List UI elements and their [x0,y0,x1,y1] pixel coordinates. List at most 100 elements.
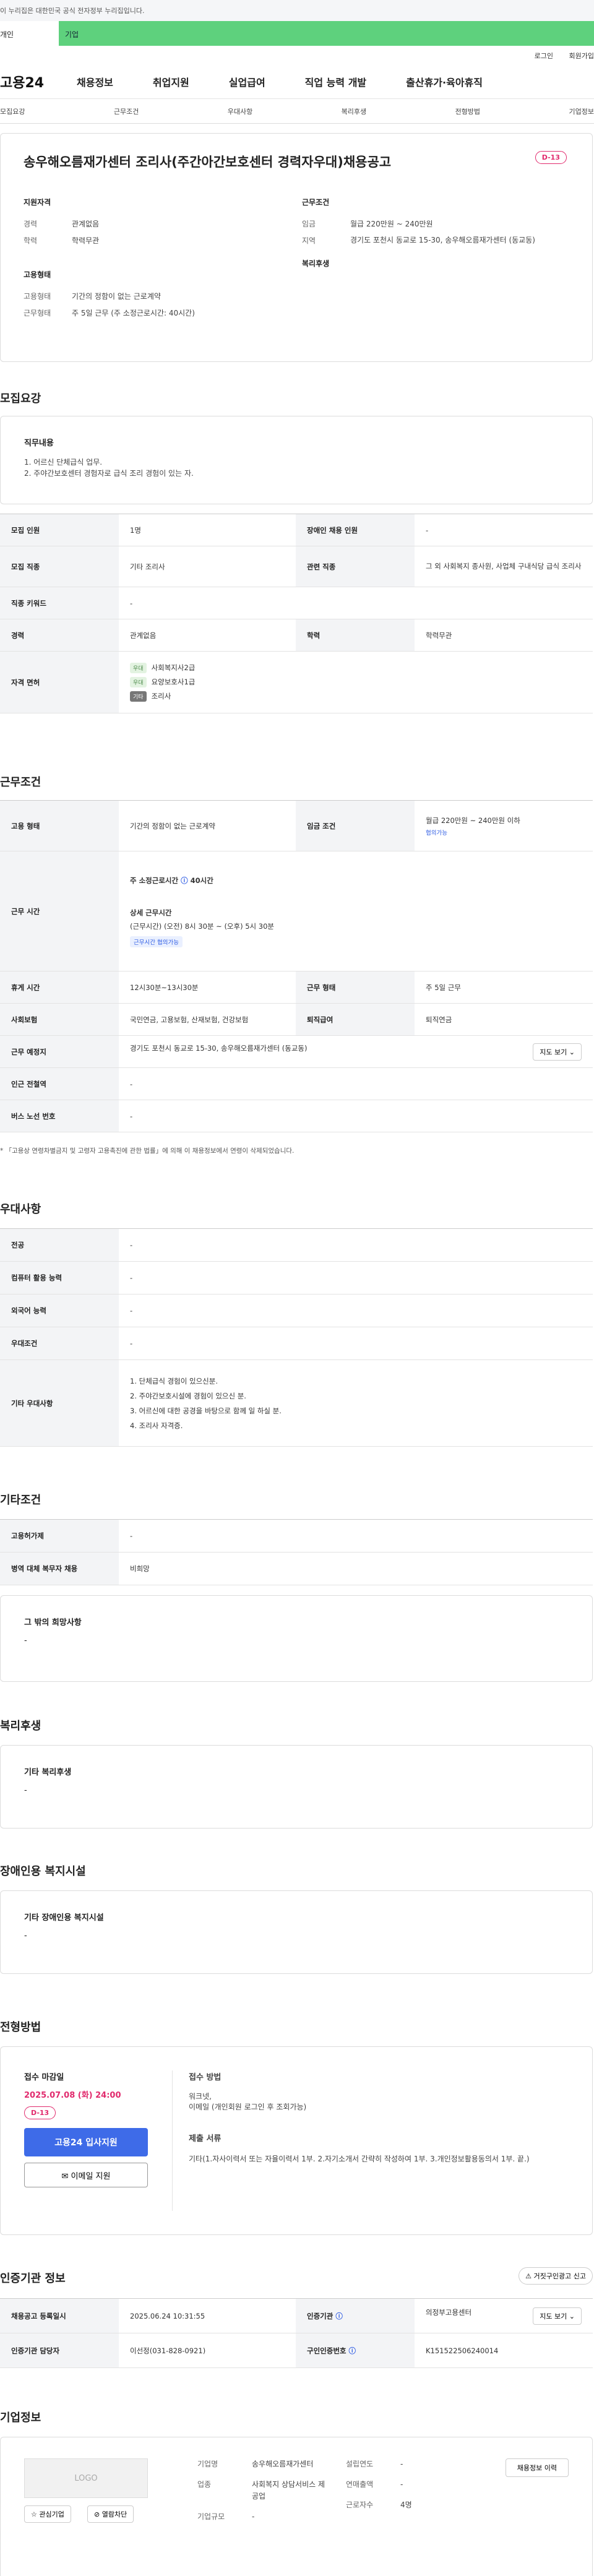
cert-map-button[interactable]: 지도 보기 ⌄ [533,2307,582,2325]
tab-company[interactable]: 기업 [59,21,594,46]
value: 기간의 정함이 없는 근로계약 [72,292,161,301]
cell-value: 2025.06.24 10:31:55 [119,2298,296,2333]
join-link[interactable]: 회원가입 [569,52,594,60]
cell-label: 고용 형태 [0,800,119,851]
recruit-table: 모집 인원 1명 장애인 채용 인원 - 모집 직종 기타 조리사 관련 직종 그 외 사회… [0,514,593,713]
pref-line: 2. 주야간보호시설에 경험이 있으신 분. [130,1391,246,1400]
deadline-title: 접수 마감일 [24,2073,64,2082]
value: 송우해오름재가센터 [252,2460,314,2468]
snb-company[interactable]: 기업정보 [569,106,593,116]
section-title-etc: 기타조건 [0,1494,41,1507]
box-title: 기타 장애인용 복지시설 [24,1913,104,1923]
section-title-process: 전형방법 [0,2021,41,2034]
label: 기업명 [197,2460,218,2468]
cell-label: 관련 직종 [296,546,415,587]
snb-conditions[interactable]: 근무조건 [114,106,139,116]
disability-box: 기타 장애인용 복지시설 - [0,1890,593,1974]
section-title-recruit: 모집요강 [0,392,41,405]
table-row: 휴게 시간 12시30분~13시30분 근무 형태 주 5일 근무 [0,971,593,1004]
snb-process[interactable]: 전형방법 [455,106,480,116]
table-row: 인증기관 담당자 이선정(031-828-0921) 구인인증번호 ⓘ K151522… [0,2333,593,2368]
cell-value: 1. 단체급식 경험이 있으신분. 2. 주야간보호시설에 경험이 있으신 분. 3… [119,1359,593,1447]
info-icon[interactable]: ⓘ [335,2312,343,2320]
method-title: 접수 방법 [189,2073,222,2082]
gnb-item-benefit[interactable]: 실업급여 [229,74,265,89]
report-button[interactable]: ⚠ 거짓구인광고 신고 [519,2267,593,2285]
cell-value: - [119,1327,593,1360]
info-icon[interactable]: ⓘ [181,876,188,885]
cell-value: 12시30분~13시30분 [119,971,296,1004]
label: 지역 [302,236,316,245]
site-logo[interactable]: 고용24 [0,72,62,92]
cell-label: 기타 우대사항 [0,1359,119,1447]
top-links: 로그인 회원가입 [0,46,594,64]
welfare-title: 복리후생 [302,259,330,268]
duty-box: 직무내용 1. 어르신 단체급식 업무. 2. 주야간보호센터 경험자로 급식 … [0,416,593,504]
emp-title: 고용형태 [24,270,51,279]
summary-content: 송우해오름재가센터 조리사(주간아간보호센터 경력자우대)채용공고 D-13 지… [0,151,593,361]
dday-badge: D-13 [24,2106,56,2119]
cell-label: 컴퓨터 활용 능력 [0,1261,119,1294]
duty-line: 1. 어르신 단체급식 업무. [24,458,103,467]
snb-recruit[interactable]: 모집요강 [0,106,25,116]
cell-label: 경력 [0,619,119,652]
cell-value: - [119,1100,593,1132]
license-name: 요양보호사1급 [151,678,196,686]
cell-value: - [415,514,593,546]
snb-welfare[interactable]: 복리후생 [342,106,366,116]
gnb-item-jobs[interactable]: 채용정보 [77,74,113,89]
cell-label: 모집 직종 [0,546,119,587]
login-link[interactable]: 로그인 [535,52,553,60]
favorite-button[interactable]: ☆ 관심기업 [24,2505,71,2523]
cell-label: 전공 [0,1228,119,1262]
deadline-value: 2025.07.08 (화) 24:00 [24,2091,121,2100]
cell-label: 퇴직급여 [296,1003,415,1036]
gnb-item-support[interactable]: 취업지원 [153,74,189,89]
value: 관계없음 [72,220,100,228]
page-title: 송우해오름재가센터 조리사(주간아간보호센터 경력자우대)채용공고 [24,155,392,170]
tab-personal[interactable]: 개인 [0,21,59,46]
value: - [400,2460,403,2468]
cell-label: 직종 키워드 [0,587,119,619]
cell-value: - [119,1294,593,1327]
history-button[interactable]: 채용정보 이력 [505,2458,569,2477]
cell-label: 임금 조건 [296,800,415,851]
table-row: 병역 대체 복무자 채용 비희망 [0,1552,593,1585]
cond-title: 근무조건 [302,198,330,207]
preference-table: 전공 - 컴퓨터 활용 능력 - 외국어 능력 - 우대조건 - 기타 우대사항 1. … [0,1228,593,1447]
cell-value: 국민연금, 고용보험, 산재보험, 건강보험 [119,1003,296,1036]
detail-value: (근무시간) (오전) 8시 30분 ~ (오후) 5시 30분 [130,921,275,931]
map-button-label: 지도 보기 [540,2312,567,2320]
method-line: 워크넷, [189,2092,212,2101]
info-row: 연매출액 - [346,2479,412,2491]
org-value: 의정부고용센터 [426,2307,472,2317]
cell-value: 관계없음 [119,619,296,652]
section-title-company: 기업정보 [0,2411,41,2424]
section-title-preference: 우대사항 [0,1203,41,1216]
email-apply-button[interactable]: ✉ 이메일 지원 [24,2163,148,2187]
cell-label: 근무 시간 [0,851,119,971]
cell-value: K151522506240014 [415,2333,593,2368]
table-row: 기타 우대사항 1. 단체급식 경험이 있으신분. 2. 주야간보호시설에 경험이… [0,1359,593,1447]
info-icon[interactable]: ⓘ [349,2346,356,2355]
gnb-item-training[interactable]: 직업 능력 개발 [305,74,366,89]
place-value: 경기도 포천시 동교로 15-30, 송우해오름재가센터 (동교동) [130,1043,308,1053]
week-hours-value: 40시간 [190,876,213,885]
info-row: 업종 사회복지 상담서비스 제공업 [197,2479,326,2502]
cell-value: 그 외 사회복지 종사원, 사업체 구내식당 급식 조리사 [415,546,593,587]
cell-value: 주 소정근로시간 ⓘ 40시간 상세 근무시간 (근무시간) (오전) 8시 3… [119,851,593,971]
map-button[interactable]: 지도 보기 ⌄ [533,1043,582,1061]
summary-left: 지원자격 경력 관계없음 학력 학력무관 고용형태 고용형태 기간의 정함이 없는 근… [24,197,302,324]
block-button[interactable]: ⊘ 열람차단 [87,2505,134,2523]
table-row: 직종 키워드 - [0,587,593,619]
org-label: 인증기관 [307,2311,334,2320]
value: 경기도 포천시 동교로 15-30, 송우해오름재가센터 (동교동) [350,236,535,244]
dday-badge: D-13 [535,151,567,164]
map-button-label: 지도 보기 [540,1048,567,1056]
apply-button[interactable]: 고용24 입사지원 [24,2128,148,2156]
gnb-item-leave[interactable]: 출산휴가·육아휴직 [406,74,483,89]
pay-value: 월급 220만원 ~ 240만원 이하 [426,816,520,825]
mail-icon: ✉ [61,2171,69,2181]
snb-preference[interactable]: 우대사항 [228,106,252,116]
pref-badge: 우대 [130,677,147,687]
